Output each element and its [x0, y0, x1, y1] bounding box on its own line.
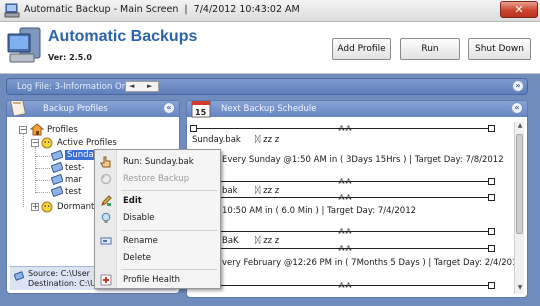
profiles-collapse-toggle[interactable]: −: [19, 126, 27, 134]
profile-icon: [51, 150, 63, 161]
menu-item-profile-health[interactable]: Profile Health: [95, 272, 220, 288]
schedule-status-zz: ᛞ zz z: [255, 135, 280, 145]
source-path: Source: C:\User: [28, 269, 90, 278]
edit-pencil-icon: [101, 195, 112, 206]
profiles-collapse-icon[interactable]: «: [163, 102, 175, 114]
menu-item-label: Restore Backup: [123, 174, 190, 184]
log-level-scroller[interactable]: ◄ ►: [125, 81, 159, 92]
app-title: Automatic Backups: [48, 28, 198, 45]
schedule-header: 15 Next Backup Schedule «: [187, 101, 527, 118]
tree-profile-item[interactable]: test: [65, 187, 81, 197]
destination-path: Destination: C:\U: [28, 279, 96, 288]
app-header: Automatic Backups Ver: 2.5.0 Add Profile…: [0, 22, 540, 74]
log-expand-icon[interactable]: »: [512, 80, 524, 92]
schedule-timeline: ⁂⁂: [190, 178, 495, 185]
tree-active-profiles[interactable]: Active Profiles: [57, 138, 117, 148]
profile-icon: [51, 162, 63, 173]
tree-profile-item[interactable]: mar: [65, 175, 82, 185]
tree-root-profiles[interactable]: Profiles: [47, 125, 78, 135]
schedule-title: Next Backup Schedule: [221, 104, 317, 114]
scroll-thumb[interactable]: [516, 134, 523, 234]
backup-profiles-title: Backup Profiles: [43, 104, 108, 114]
menu-item-run[interactable]: Run: Sunday.bak: [95, 154, 220, 170]
menu-item-delete[interactable]: Delete: [95, 250, 220, 266]
smiley-icon: [41, 137, 53, 149]
scroll-left-icon[interactable]: ◄: [129, 82, 134, 91]
menu-item-label: Run: Sunday.bak: [123, 157, 194, 167]
run-button[interactable]: Run: [400, 38, 460, 60]
dormant-toggle[interactable]: +: [31, 203, 39, 211]
svg-text:⁂⁂: ⁂⁂: [338, 194, 352, 201]
profile-icon: [14, 271, 24, 281]
log-file-label: Log File: 3-Information Only: [17, 82, 135, 92]
app-version: Ver: 2.5.0: [48, 53, 92, 62]
menu-item-rename[interactable]: Rename: [95, 233, 220, 249]
backup-profiles-header: Backup Profiles «: [7, 101, 179, 117]
backup-profiles-icon: [9, 101, 27, 117]
schedule-scrollbar[interactable]: ▲ ▼: [514, 122, 524, 294]
menu-item-label: Disable: [123, 213, 155, 223]
home-icon: [30, 123, 44, 136]
app-icon: [4, 3, 20, 18]
smiley-icon: [41, 201, 53, 213]
rename-icon: [100, 237, 112, 245]
tree-profile-item[interactable]: test-: [65, 163, 84, 173]
schedule-timeline: ⁂⁂: [190, 282, 495, 289]
scroll-up-icon[interactable]: ▲: [515, 122, 525, 132]
shut-down-button[interactable]: Shut Down: [468, 38, 531, 60]
scroll-right-icon[interactable]: ►: [147, 82, 152, 91]
menu-item-edit[interactable]: Edit: [95, 193, 220, 209]
schedule-entry-detail: 10:50 AM in ( 6.0 Min ) | Target Day: 7/…: [222, 206, 417, 216]
computer-icon: [7, 27, 41, 63]
tree-dormant[interactable]: Dormant: [57, 202, 94, 212]
lightbulb-icon: [101, 212, 111, 223]
schedule-timeline: ⁂⁂: [190, 194, 495, 201]
schedule-collapse-icon[interactable]: «: [511, 102, 523, 114]
svg-text:⁂⁂: ⁂⁂: [338, 282, 352, 289]
schedule-timeline: ⁂⁂: [190, 228, 495, 235]
svg-text:⁂⁂: ⁂⁂: [338, 228, 352, 235]
menu-item-label: Profile Health: [123, 275, 181, 285]
window-title: Automatic Backup - Main Screen | 7/4/201…: [24, 4, 300, 15]
svg-text:⁂⁂: ⁂⁂: [338, 178, 352, 185]
restore-icon: [100, 173, 112, 185]
calendar-day: 15: [195, 108, 207, 117]
scroll-down-icon[interactable]: ▼: [515, 284, 525, 294]
log-bar: Log File: 3-Information Only ◄ ► »: [6, 78, 528, 95]
hand-pointer-icon: [100, 156, 111, 168]
svg-text:⁂⁂: ⁂⁂: [338, 245, 352, 252]
menu-item-label: Delete: [123, 253, 151, 263]
menu-item-disable[interactable]: Disable: [95, 210, 220, 226]
profile-context-menu: Run: Sunday.bak Restore Backup Edit Disa…: [94, 149, 221, 289]
schedule-timeline: ⁂⁂: [190, 245, 495, 252]
menu-item-label: Rename: [123, 236, 158, 246]
close-button[interactable]: ✕: [500, 1, 538, 18]
add-profile-button[interactable]: Add Profile: [332, 38, 391, 60]
health-cross-icon: [100, 274, 112, 286]
profile-icon: [51, 186, 63, 197]
title-bar: Automatic Backup - Main Screen | 7/4/201…: [0, 0, 540, 22]
profile-icon: [51, 174, 63, 185]
svg-text:⁂⁂: ⁂⁂: [338, 125, 352, 132]
schedule-entry-detail: Every Sunday @1:50 AM in ( 3Days 15Hrs )…: [222, 155, 504, 165]
menu-item-label: Edit: [123, 196, 142, 206]
active-profiles-toggle[interactable]: −: [31, 139, 39, 147]
schedule-entry-detail: very February @12:26 PM in ( 7Months 5 D…: [222, 258, 523, 268]
schedule-entry-name[interactable]: Sunday.bak: [192, 135, 241, 145]
schedule-timeline: ⁂⁂: [190, 125, 495, 132]
menu-item-restore-backup[interactable]: Restore Backup: [95, 171, 220, 187]
